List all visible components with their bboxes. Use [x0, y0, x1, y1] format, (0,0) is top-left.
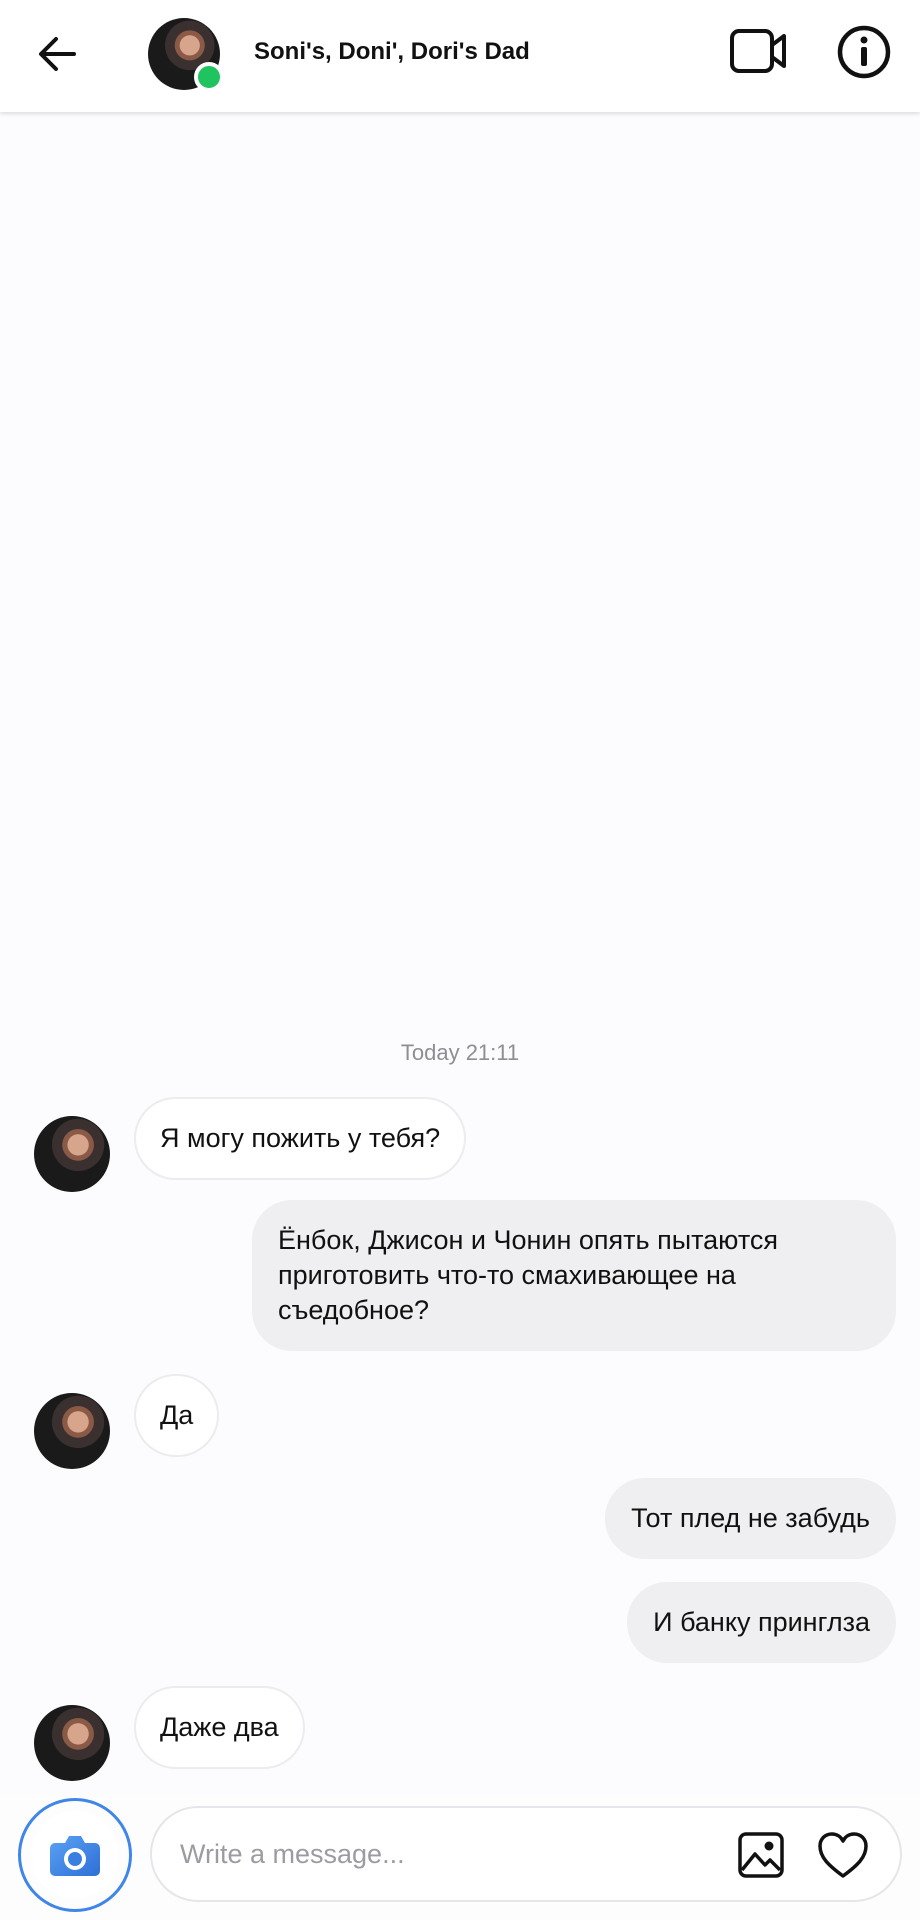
image-icon — [738, 1832, 784, 1878]
conversation-info-button[interactable] — [836, 24, 892, 80]
gallery-button[interactable] — [736, 1830, 786, 1880]
online-status-indicator — [194, 62, 224, 92]
arrow-left-icon — [39, 37, 76, 71]
sender-avatar[interactable] — [34, 1705, 110, 1781]
camera-button-inner — [31, 1811, 119, 1899]
message-field[interactable] — [150, 1806, 902, 1902]
info-circle-icon — [837, 25, 891, 79]
message-text: Тот плед не забудь — [631, 1503, 870, 1533]
message-text: Даже два — [160, 1712, 279, 1742]
incoming-message[interactable]: Даже два — [134, 1686, 305, 1769]
message-text: Я могу пожить у тебя? — [160, 1123, 441, 1153]
incoming-message[interactable]: Я могу пожить у тебя? — [134, 1097, 467, 1180]
video-call-button[interactable] — [728, 26, 790, 76]
camera-icon — [50, 1836, 100, 1876]
video-camera-icon — [730, 29, 786, 73]
incoming-message[interactable]: Да — [134, 1374, 220, 1457]
message-text-line: съедобное? — [278, 1295, 429, 1325]
message-text-line: Ёнбок, Джисон и Чонин опять пытаются — [278, 1225, 779, 1255]
contact-avatar[interactable] — [148, 18, 224, 92]
sender-avatar[interactable] — [34, 1116, 110, 1192]
camera-button[interactable] — [18, 1798, 132, 1912]
sender-avatar[interactable] — [34, 1393, 110, 1469]
message-text-line: приготовить что-то смахивающее на — [278, 1260, 736, 1290]
back-button[interactable] — [34, 30, 82, 78]
heart-icon — [818, 1832, 868, 1878]
outgoing-message[interactable]: Ёнбок, Джисон и Чонин опять пытаются при… — [252, 1200, 896, 1351]
message-timestamp: Today 21:11 — [400, 1040, 520, 1065]
message-text: Да — [160, 1400, 194, 1430]
message-text: И банку принглза — [653, 1607, 870, 1637]
like-button[interactable] — [816, 1830, 870, 1880]
message-composer — [0, 1794, 920, 1920]
outgoing-message[interactable]: Тот плед не забудь — [605, 1478, 896, 1559]
outgoing-message[interactable]: И банку принглза — [627, 1582, 896, 1663]
contact-name[interactable]: Soni's, Doni', Dori's Dad — [254, 38, 530, 66]
message-input[interactable] — [180, 1832, 700, 1876]
chat-header: Soni's, Doni', Dori's Dad — [0, 0, 920, 112]
